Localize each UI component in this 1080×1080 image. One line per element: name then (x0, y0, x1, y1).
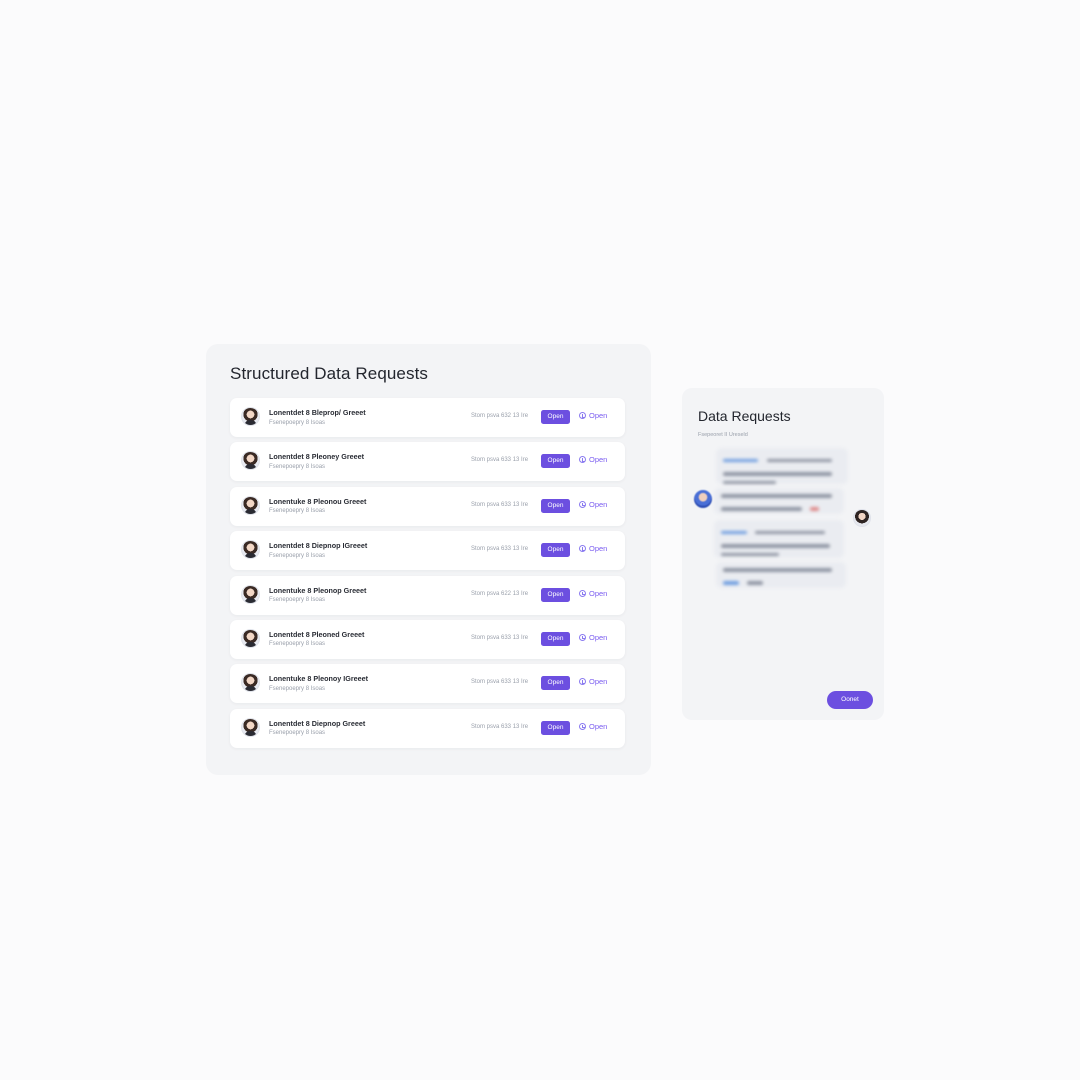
request-subtitle: Fsenepoepry 8 Isoas (269, 463, 326, 470)
open-link-label: Open (589, 544, 608, 554)
request-meta: Stom psva 632 13 Ire (471, 413, 529, 419)
open-button[interactable]: Open (541, 676, 570, 691)
user-avatar-icon (853, 509, 871, 527)
user-avatar-icon (241, 673, 260, 693)
request-title: Lonentdet 8 Pleoned Greeet (269, 629, 365, 639)
open-link[interactable]: Open (579, 589, 607, 598)
chat-message (716, 562, 846, 588)
request-subtitle: Fsenepoepry 8 Isoas (269, 641, 326, 648)
request-subtitle: Fsenepoepry 8 Isoas (269, 685, 326, 692)
open-button[interactable]: Open (541, 454, 570, 469)
request-meta: Stom psva 633 13 Ire (471, 634, 529, 641)
chat-title: Data Requests (698, 408, 791, 424)
open-link[interactable]: Open (579, 455, 607, 464)
list-item[interactable]: Lonentdet 8 Diepnop IGreeet Fsenepoepry … (230, 531, 625, 571)
list-item[interactable]: Lonentdet 8 Pleoned Greeet Fsenepoepry 8… (230, 619, 625, 659)
list-item[interactable]: Lonentuke 8 Pleonop Greeet Fsenepoepry 8… (230, 575, 625, 615)
list-item[interactable]: Lonentdet 8 Pleoney Greeet Fsenepoepry 8… (230, 442, 625, 482)
clock-icon (579, 678, 586, 686)
request-meta: Stom psva 633 13 Ire (471, 679, 529, 686)
request-title: Lonentdet 8 Pleoney Greeet (269, 452, 365, 462)
request-meta: Stom psva 633 13 Ire (471, 723, 529, 730)
clock-icon (579, 545, 586, 553)
request-subtitle: Fsenepoepry 8 Isoas (269, 552, 326, 559)
list-item[interactable]: Lonentdet 8 Diepnop Greeet Fsenepoepry 8… (230, 708, 625, 748)
open-link-label: Open (589, 455, 608, 465)
chat-message (714, 488, 844, 514)
clock-icon (579, 412, 586, 419)
open-button[interactable]: Open (541, 498, 570, 513)
user-avatar-icon (241, 628, 260, 648)
open-link[interactable]: Open (579, 500, 607, 509)
request-meta: Stom psva 633 13 Ire (471, 457, 529, 464)
clock-icon (579, 589, 586, 597)
open-link[interactable]: Open (579, 544, 607, 553)
open-link-label: Open (589, 499, 608, 509)
request-meta: Stom psva 633 13 Ire (471, 546, 529, 553)
open-link-label: Open (589, 721, 608, 731)
request-title: Lonentdet 8 Diepnop Greeet (269, 718, 366, 728)
clock-icon (579, 456, 586, 464)
user-avatar-icon (241, 717, 260, 737)
request-subtitle: Fsenepoepry 8 Isoas (269, 730, 326, 737)
list-item[interactable]: Lonentdet 8 Bleprop/ Greeet Fsenepoepry … (230, 398, 625, 437)
open-link[interactable]: Open (579, 677, 607, 686)
request-subtitle: Fsenepoepry 8 Isoas (269, 508, 326, 515)
request-title: Lonentdet 8 Bleprop/ Greeet (269, 408, 366, 417)
chat-subtitle: Fsepeoret II Ureseld (698, 432, 748, 438)
open-link-label: Open (589, 411, 608, 420)
request-title: Lonentuke 8 Pleonop Greeet (269, 585, 367, 595)
user-avatar-icon (241, 584, 260, 604)
open-button[interactable]: Open (541, 631, 570, 646)
open-link-label: Open (589, 588, 608, 598)
open-button[interactable]: Open (541, 587, 570, 602)
open-button[interactable]: Open (541, 543, 570, 558)
user-avatar-icon (241, 495, 260, 515)
user-avatar-icon (241, 451, 260, 471)
chat-message (716, 448, 848, 484)
clock-icon (579, 633, 586, 641)
open-link-label: Open (589, 677, 608, 687)
open-link[interactable]: Open (579, 633, 607, 642)
request-meta: Stom psva 633 13 Ire (471, 501, 529, 508)
user-avatar-icon (241, 540, 260, 560)
request-meta: Stom psva 622 13 Ire (471, 590, 529, 597)
list-item[interactable]: Lonentuke 8 Pleonoy IGreeet Fsenepoepry … (230, 664, 625, 704)
open-link[interactable]: Open (579, 722, 607, 731)
chat-message (714, 520, 844, 558)
data-requests-chat-panel: Data Requests Fsepeoret II Ureseld (682, 388, 884, 720)
sender-avatar-icon (694, 490, 712, 508)
request-title: Lonentuke 8 Pleonoy IGreeet (269, 674, 369, 684)
open-button[interactable]: Open (541, 720, 570, 735)
open-link[interactable]: Open (579, 411, 607, 420)
open-button[interactable]: Open (541, 410, 570, 424)
page-title: Structured Data Requests (230, 364, 428, 383)
request-subtitle: Fsenepoepry 8 Isoas (269, 419, 326, 426)
request-title: Lonentdet 8 Diepnop IGreeet (269, 541, 368, 551)
structured-requests-panel: Structured Data Requests Lonentdet 8 Ble… (206, 344, 651, 775)
request-subtitle: Fsenepoepry 8 Isoas (269, 597, 326, 604)
clock-icon (579, 722, 586, 730)
request-title: Lonentuke 8 Pleonou Greeet (269, 496, 367, 506)
close-button[interactable]: Oonet (827, 691, 873, 709)
clock-icon (579, 500, 586, 508)
request-list: Lonentdet 8 Bleprop/ Greeet Fsenepoepry … (230, 398, 625, 753)
user-avatar-icon (241, 407, 260, 426)
list-item[interactable]: Lonentuke 8 Pleonou Greeet Fsenepoepry 8… (230, 486, 625, 526)
open-link-label: Open (589, 632, 608, 642)
